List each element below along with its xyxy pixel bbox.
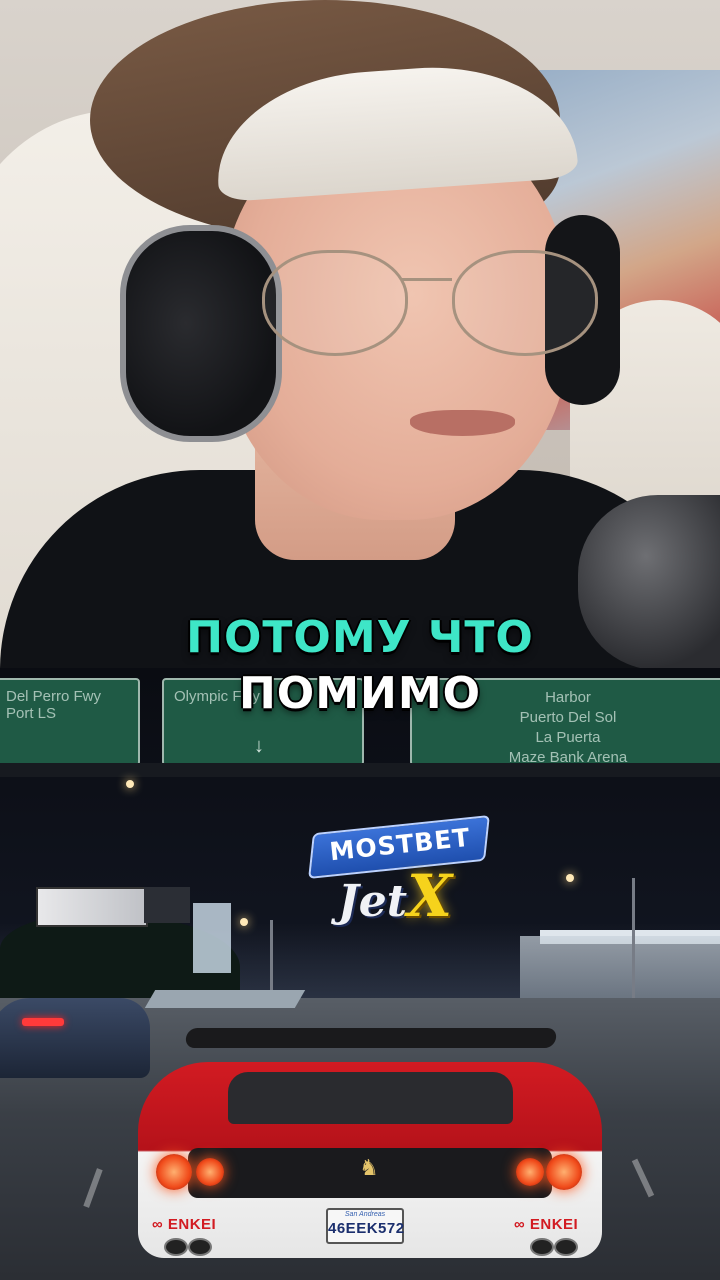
eyeglasses [262, 250, 598, 360]
streetlight [632, 878, 635, 998]
mouth [410, 410, 515, 436]
overpass [0, 763, 720, 777]
blue-car-taillight [22, 1018, 64, 1026]
license-plate: San Andreas 46EEK572 [326, 1208, 404, 1244]
logo-text-bottom: JetX [337, 862, 453, 930]
taillight [156, 1154, 192, 1190]
exhaust-pipe [188, 1238, 212, 1256]
exhaust-pipe [554, 1238, 578, 1256]
game-footage: Del Perro Fwy Port LS Olympic Fwy ↓ Harb… [0, 668, 720, 1280]
down-arrow-icon: ↓ [254, 735, 264, 757]
billboard-side [144, 887, 190, 923]
street-lamp [126, 780, 134, 788]
red-sports-car: ♞ San Andreas 46EEK572 ∞ ENKEI ∞ ENKEI [138, 1020, 602, 1260]
plate-state: San Andreas [344, 1211, 386, 1218]
enkei-decal-left: ∞ ENKEI [152, 1216, 217, 1233]
building [193, 903, 231, 973]
street-lamp [240, 918, 248, 926]
car-rear-window [228, 1072, 513, 1124]
taillight [516, 1158, 544, 1186]
plate-number: 46EEK572 [328, 1220, 405, 1237]
taillight [546, 1154, 582, 1190]
gas-station [520, 936, 720, 1006]
subtitle-line-1: ПОТОМУ ЧТО [186, 612, 534, 663]
streetlight [270, 920, 273, 1000]
exhaust-pipe [530, 1238, 554, 1256]
sign-text: La Puerta [535, 729, 601, 746]
car-spoiler [184, 1028, 558, 1048]
streamer-camera [0, 0, 720, 668]
headphone-left [120, 225, 282, 442]
billboard [36, 887, 148, 927]
road-barrier [144, 990, 306, 1008]
blue-car [0, 998, 150, 1078]
mostbet-jetx-logo: MOSTBET JetX [300, 815, 490, 931]
street-lamp [566, 874, 574, 882]
subtitle-line-2: ПОМИМО [238, 668, 482, 719]
taillight [196, 1158, 224, 1186]
horse-emblem-icon: ♞ [359, 1156, 379, 1181]
enkei-decal-right: ∞ ENKEI [514, 1216, 579, 1233]
exhaust-pipe [164, 1238, 188, 1256]
